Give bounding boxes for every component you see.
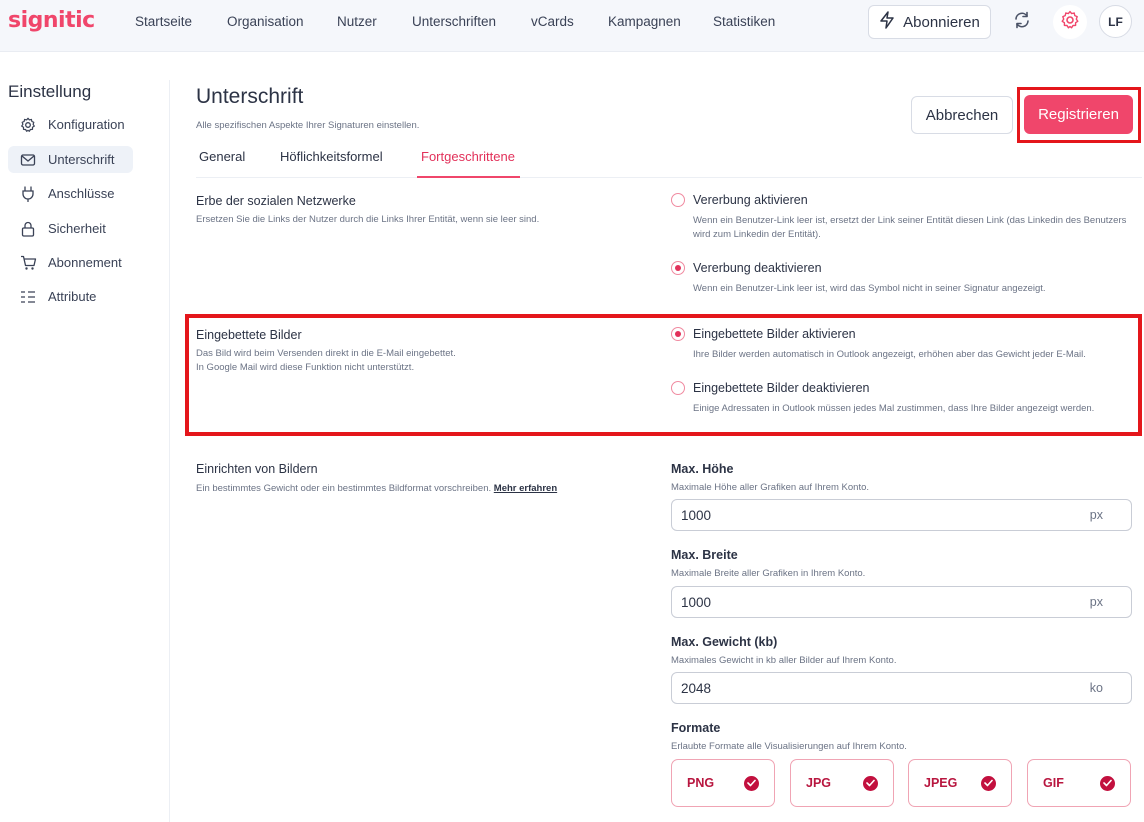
radio-desc: Einige Adressaten in Outlook müssen jede… (693, 403, 1095, 414)
register-button[interactable]: Registrieren (1024, 95, 1133, 134)
sidebar-item-konfiguration[interactable]: Konfiguration (8, 111, 133, 138)
nav-vcards[interactable]: vCards (531, 14, 574, 29)
unit-label: ko (1089, 681, 1103, 695)
sidebar-item-label: Sicherheit (48, 221, 106, 236)
sidebar-item-label: Unterschrift (48, 152, 115, 167)
radio-button-selected[interactable] (671, 261, 685, 275)
embedded-section-title: Eingebettete Bilder (196, 328, 302, 342)
format-chip-gif[interactable]: GIF (1027, 759, 1131, 807)
sidebar-item-abonnement[interactable]: Abonnement (8, 249, 133, 276)
gear-icon (8, 117, 48, 133)
list-icon (8, 290, 48, 304)
max-height-label: Max. Höhe (671, 462, 734, 476)
max-height-field[interactable]: px (671, 499, 1132, 531)
embedded-images-highlight (185, 314, 1142, 436)
social-section-desc: Ersetzen Sie die Links der Nutzer durch … (196, 214, 540, 225)
radio-desc: Ihre Bilder werden automatisch in Outloo… (693, 349, 1086, 360)
nav-kampagnen[interactable]: Kampagnen (608, 14, 681, 29)
radio-desc: Wenn ein Benutzer-Link leer ist, wird da… (693, 283, 1046, 294)
check-circle-icon (1100, 775, 1115, 791)
nav-unterschriften[interactable]: Unterschriften (412, 14, 496, 29)
max-weight-field[interactable]: ko (671, 672, 1132, 704)
lightning-icon (879, 11, 895, 33)
max-height-hint: Maximale Höhe aller Grafiken auf Ihrem K… (671, 482, 870, 493)
radio-inheritance-enable[interactable]: Vererbung aktivieren (671, 193, 808, 207)
plug-icon (8, 185, 48, 202)
top-navigation: signitic Startseite Organisation Nutzer … (0, 0, 1144, 52)
mail-icon (8, 153, 48, 167)
refresh-button[interactable] (1005, 5, 1039, 39)
tab-fortgeschrittene[interactable]: Fortgeschrittene (421, 149, 515, 164)
gear-icon (1060, 10, 1080, 35)
radio-embedded-disable[interactable]: Eingebettete Bilder deaktivieren (671, 381, 870, 395)
max-height-input[interactable] (681, 506, 1061, 524)
learn-more-link[interactable]: Mehr erfahren (494, 483, 557, 494)
images-section-desc: Ein bestimmtes Gewicht oder ein bestimmt… (196, 483, 558, 494)
max-width-hint: Maximale Breite aller Grafiken in Ihrem … (671, 568, 866, 579)
images-section-title: Einrichten von Bildern (196, 462, 318, 476)
formats-hint: Erlaubte Formate alle Visualisierungen a… (671, 741, 907, 752)
format-chip-png[interactable]: PNG (671, 759, 775, 807)
max-weight-input[interactable] (681, 679, 1061, 697)
social-section-title: Erbe der sozialen Netzwerke (196, 194, 356, 208)
radio-label: Vererbung deaktivieren (693, 261, 822, 275)
page-subtitle: Alle spezifischen Aspekte Ihrer Signatur… (196, 120, 420, 131)
max-weight-hint: Maximales Gewicht in kb aller Bilder auf… (671, 655, 897, 666)
radio-button[interactable] (671, 193, 685, 207)
nav-nutzer[interactable]: Nutzer (337, 14, 377, 29)
radio-button-selected[interactable] (671, 327, 685, 341)
radio-label: Vererbung aktivieren (693, 193, 808, 207)
sidebar-item-anschluesse[interactable]: Anschlüsse (8, 180, 133, 207)
cart-icon (8, 255, 48, 271)
format-label: GIF (1043, 776, 1064, 790)
page-title: Unterschrift (196, 85, 304, 108)
format-chip-jpeg[interactable]: JPEG (908, 759, 1012, 807)
radio-label: Eingebettete Bilder aktivieren (693, 327, 856, 341)
sidebar-item-label: Abonnement (48, 255, 122, 270)
settings-button[interactable] (1053, 5, 1087, 39)
sidebar-title: Einstellung (8, 82, 92, 101)
max-width-label: Max. Breite (671, 548, 738, 562)
format-label: PNG (687, 776, 715, 790)
subscribe-button[interactable]: Abonnieren (868, 5, 991, 39)
unit-label: px (1089, 595, 1103, 609)
format-label: JPG (806, 776, 832, 790)
radio-inheritance-disable[interactable]: Vererbung deaktivieren (671, 261, 822, 275)
max-weight-label: Max. Gewicht (kb) (671, 635, 778, 649)
tab-general[interactable]: General (199, 149, 245, 164)
active-tab-indicator (417, 176, 520, 178)
max-width-input[interactable] (681, 593, 1061, 611)
radio-label: Eingebettete Bilder deaktivieren (693, 381, 870, 395)
sidebar-item-label: Attribute (48, 289, 97, 304)
sidebar-item-unterschrift[interactable]: Unterschrift (8, 146, 133, 173)
sidebar-item-label: Konfiguration (48, 117, 125, 132)
radio-desc: Wenn ein Benutzer-Link leer ist, ersetzt… (693, 215, 1127, 240)
refresh-icon (1013, 11, 1031, 34)
check-circle-icon (744, 775, 759, 791)
sidebar-item-attribute[interactable]: Attribute (8, 283, 133, 310)
unit-label: px (1089, 508, 1103, 522)
sidebar-divider (169, 80, 170, 822)
format-chip-jpg[interactable]: JPG (790, 759, 894, 807)
cancel-button[interactable]: Abbrechen (911, 96, 1013, 134)
nav-statistiken[interactable]: Statistiken (713, 14, 775, 29)
format-label: JPEG (924, 776, 958, 790)
tab-hoeflichkeitsformel[interactable]: Höflichkeitsformel (280, 149, 383, 164)
sidebar-item-label: Anschlüsse (48, 186, 115, 201)
max-width-field[interactable]: px (671, 586, 1132, 618)
signitic-logo[interactable]: signitic (8, 8, 95, 33)
subscribe-label: Abonnieren (903, 13, 980, 31)
formats-label: Formate (671, 721, 721, 735)
tabs-divider (196, 177, 1142, 178)
nav-organisation[interactable]: Organisation (227, 14, 304, 29)
nav-startseite[interactable]: Startseite (135, 14, 192, 29)
avatar[interactable]: LF (1099, 5, 1132, 38)
radio-embedded-enable[interactable]: Eingebettete Bilder aktivieren (671, 327, 856, 341)
embedded-section-desc: Das Bild wird beim Versenden direkt in d… (196, 348, 456, 373)
sidebar-item-sicherheit[interactable]: Sicherheit (8, 215, 133, 242)
radio-button[interactable] (671, 381, 685, 395)
check-circle-icon (981, 775, 996, 791)
lock-icon (8, 221, 48, 237)
check-circle-icon (863, 775, 878, 791)
